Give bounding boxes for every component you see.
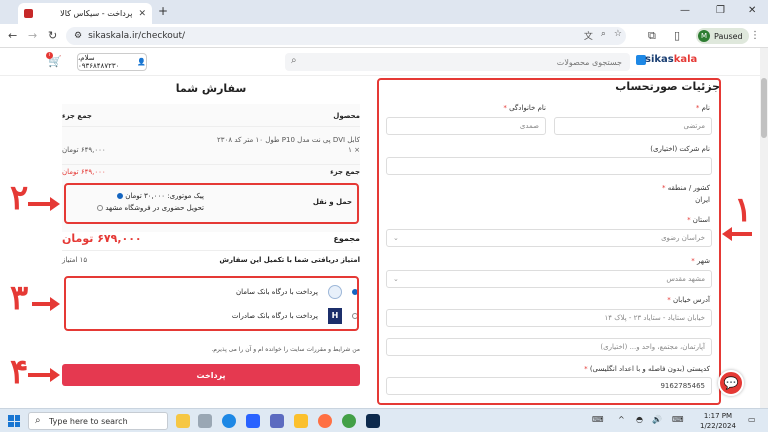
windows-start-icon[interactable] (8, 415, 20, 427)
search-icon: ⌕ (35, 415, 41, 426)
product-qty: × ۱ (348, 146, 360, 154)
subtotal-label: جمع جزء (330, 168, 360, 176)
translate-icon[interactable]: 文 (584, 29, 593, 42)
more-menu-icon[interactable]: ⋮ (750, 30, 760, 41)
url-field[interactable]: ⚙ sikaskala.ir/checkout/ 文 ⌕ ☆ (66, 27, 626, 45)
user-greeting: سلام، ۰۹۳۶۸۴۸۷۲۳۰ (78, 54, 120, 70)
tray-chevron-up-icon[interactable]: ^ (618, 415, 625, 424)
points-row: امتیاز دریافتی شما با تکمیل این سفارش ۱۵… (62, 256, 360, 264)
profile-status: Paused (714, 31, 743, 41)
language-icon[interactable]: ⌨ (672, 415, 684, 424)
forward-arrow-icon[interactable]: → (28, 29, 37, 42)
divider (62, 164, 360, 165)
annotation-box-1 (377, 78, 721, 405)
col-product: محصول (333, 112, 360, 120)
taskbar-search-input[interactable]: ⌕ Type here to search (28, 412, 168, 430)
annotation-arrow-2 (28, 197, 60, 211)
edge-browser-icon[interactable] (222, 414, 236, 428)
site-logo[interactable]: sikaskala (645, 54, 697, 65)
file-explorer-icon[interactable] (294, 414, 308, 428)
sidebar-icon[interactable]: ▯ (674, 29, 680, 42)
points-value: ۱۵ امتیاز (62, 256, 88, 264)
order-title: سفارش شما (175, 82, 247, 95)
maximize-icon[interactable]: ❐ (716, 5, 725, 16)
close-tab-icon[interactable]: ✕ (138, 9, 146, 19)
terms-text[interactable]: من شرایط و مقررات سایت را خوانده ام و آن… (62, 346, 360, 353)
product-name: کابل DVI پی نت مدل P10 طول ۱۰ متر کد ۲۳۰… (217, 136, 360, 144)
annotation-box-2 (64, 183, 359, 224)
clock-time: 1:17 PM (703, 412, 733, 420)
user-account-button[interactable]: سلام، ۰۹۳۶۸۴۸۷۲۳۰ 👤 (77, 53, 147, 71)
product-row: کابل DVI پی نت مدل P10 طول ۱۰ متر کد ۲۳۰… (62, 136, 360, 144)
annotation-number-2: ۲ (10, 178, 29, 218)
volume-icon[interactable]: 🔊 (652, 415, 662, 424)
back-arrow-icon[interactable]: ← (8, 29, 17, 42)
subtotal-value: ۶۴۹,۰۰۰ تومان (62, 168, 106, 176)
cart-count-badge: ۱ (46, 52, 53, 59)
tab-title: پرداخت - سیکاس کالا (60, 9, 133, 18)
annotation-number-4: ۴ (10, 352, 29, 392)
order-header-row: محصول جمع جزء (62, 112, 360, 120)
reload-icon[interactable]: ↻ (48, 29, 57, 42)
minimize-icon[interactable]: — (680, 5, 690, 16)
network-icon[interactable]: ◓ (636, 415, 643, 424)
product-price: ۶۴۹,۰۰۰ تومان (62, 146, 106, 154)
divider (62, 126, 360, 127)
store-icon[interactable] (246, 414, 260, 428)
zoom-icon[interactable]: ⌕ (601, 29, 606, 42)
chat-support-icon[interactable]: 💬 (718, 370, 744, 396)
address-bar-row: ← → ↻ ⚙ sikaskala.ir/checkout/ 文 ⌕ ☆ ⧉ ▯… (0, 24, 768, 48)
total-value: ۶۷۹,۰۰۰ تومان (62, 232, 142, 245)
task-view-icon[interactable] (198, 414, 212, 428)
annotation-arrow-4 (28, 368, 60, 382)
annotation-number-1: ۱ (734, 190, 753, 230)
browser-tab-bar: پرداخت - سیکاس کالا ✕ + — ❐ ✕ (0, 0, 768, 24)
weather-widget-icon[interactable] (176, 414, 190, 428)
taskbar-clock[interactable]: 1:17 PM 1/22/2024 (700, 411, 736, 431)
page-scrollbar[interactable] (760, 48, 768, 408)
scrollbar-thumb[interactable] (761, 78, 767, 138)
product-qty-row: × ۱ ۶۴۹,۰۰۰ تومان (62, 146, 360, 154)
site-info-icon[interactable]: ⚙ (74, 31, 82, 41)
site-favicon-icon (24, 9, 33, 18)
user-icon: 👤 (137, 58, 146, 66)
new-tab-icon[interactable]: + (158, 4, 168, 18)
annotation-arrow-3 (32, 297, 60, 311)
notifications-icon[interactable]: ▭ (748, 415, 756, 424)
search-icon[interactable]: ⌕ (291, 55, 297, 66)
bookmark-star-icon[interactable]: ☆ (614, 29, 622, 42)
annotation-box-3 (64, 276, 359, 331)
search-placeholder: جستجوی محصولات (556, 57, 622, 67)
divider (62, 250, 360, 251)
product-search-input[interactable]: جستجوی محصولات ⌕ (285, 53, 630, 71)
points-label: امتیاز دریافتی شما با تکمیل این سفارش (219, 256, 360, 264)
url-text: sikaskala.ir/checkout/ (88, 31, 186, 41)
browser-tab[interactable]: پرداخت - سیکاس کالا ✕ (18, 3, 152, 24)
chrome-icon[interactable] (342, 414, 356, 428)
mail-icon[interactable] (270, 414, 284, 428)
window-close-icon[interactable]: ✕ (748, 5, 756, 16)
photoshop-icon[interactable] (366, 414, 380, 428)
windows-taskbar: ⌕ Type here to search ⌨ ^ ◓ 🔊 ⌨ 1:17 PM … (0, 408, 768, 432)
subtotal-row: جمع جزء ۶۴۹,۰۰۰ تومان (62, 168, 360, 176)
annotation-number-3: ۳ (10, 278, 29, 318)
pay-button[interactable]: پرداخت (62, 364, 360, 386)
keyboard-icon[interactable]: ⌨ (592, 415, 604, 424)
taskbar-search-placeholder: Type here to search (49, 416, 128, 426)
annotation-arrow-1 (722, 227, 752, 241)
profile-button[interactable]: M Paused (696, 28, 749, 44)
total-label: مجموع (333, 234, 360, 243)
col-subtotal: جمع جزء (62, 112, 92, 120)
avatar: M (698, 30, 710, 42)
total-row: مجموع ۶۷۹,۰۰۰ تومان (62, 232, 360, 245)
site-header: sikaskala جستجوی محصولات ⌕ سلام، ۰۹۳۶۸۴۸… (0, 48, 760, 76)
firefox-icon[interactable] (318, 414, 332, 428)
clock-date: 1/22/2024 (700, 422, 736, 430)
extensions-icon[interactable]: ⧉ (648, 29, 656, 43)
